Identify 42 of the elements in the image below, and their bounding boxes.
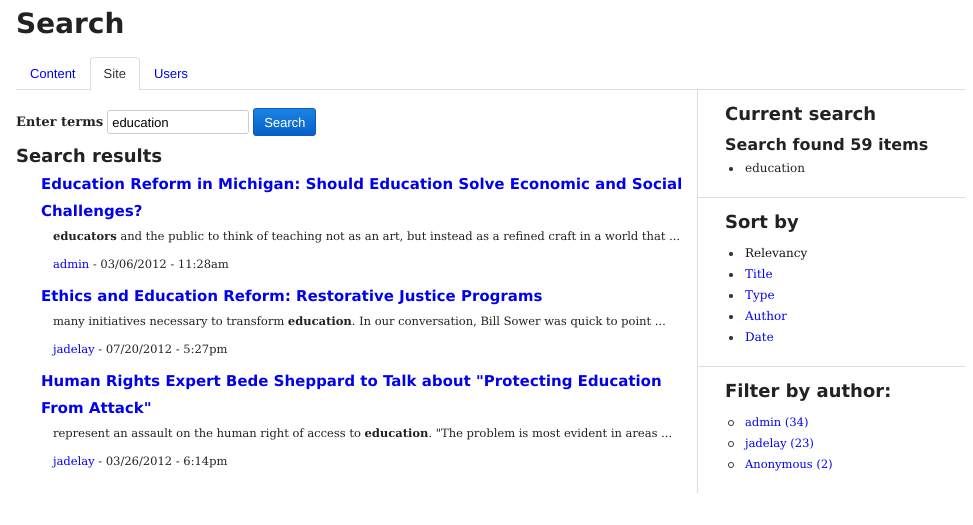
bullet-icon [729,166,733,170]
post-date: - 07/20/2012 - 5:27pm [98,342,228,356]
author-filter-link[interactable]: admin (34) [745,412,808,433]
sort-option[interactable]: Author [745,306,787,327]
result-snippet: educators and the public to think of teaching not as an art, but instead as a refined craft in a world that ... [52,228,682,245]
bullet-icon [729,252,733,256]
author-filter-link[interactable]: Anonymous (2) [745,454,833,475]
bullet-icon [729,336,733,340]
sort-option[interactable]: Date [745,327,774,348]
tab[interactable]: Site [90,57,140,90]
result-title-link[interactable]: Ethics and Education Reform: Restorative Justice Programs [41,283,697,310]
author-link[interactable]: jadelay [53,342,95,356]
result-title-link[interactable]: Human Rights Expert Bede Sheppard to Talk about "Protecting Education From Attack" [41,368,697,422]
post-date: - 03/06/2012 - 11:28am [92,257,229,271]
sort-option[interactable]: Relevancy [745,243,808,264]
result-snippet: represent an assault on the human right of access to education. "The problem is most evident in areas ... [52,425,674,442]
search-term: education [745,160,805,177]
search-label: Enter terms [16,114,104,130]
sort-option[interactable]: Type [745,285,775,306]
tab[interactable]: Users [140,57,202,90]
block-heading: Sort by [725,212,800,233]
bullet-icon [729,314,733,318]
author-link[interactable]: jadelay [53,454,95,468]
page-title: Search [16,6,126,42]
result-snippet: many initiatives necessary to transform education. In our conversation, Bill Sower was quick to point ... [52,313,667,330]
search-field[interactable]: education [107,110,250,134]
block-heading: Filter by author: [725,381,892,402]
bullet-icon [729,294,733,298]
sort-option[interactable]: Title [745,264,773,285]
author-filter-link[interactable]: jadelay (23) [745,433,814,454]
bullet-icon [728,440,734,446]
result-title-link[interactable]: Education Reform in Michigan: Should Education Solve Economic and Social Challenges? [41,171,697,225]
search-button[interactable]: Search [253,108,316,136]
bullet-icon [729,272,733,276]
tab[interactable]: Content [16,57,90,90]
result-count: Search found 59 items [725,135,930,154]
post-date: - 03/26/2012 - 6:14pm [98,454,228,468]
author-link[interactable]: admin [53,257,90,271]
block-heading: Current search [725,104,878,125]
bullet-icon [728,462,734,468]
bullet-icon [728,420,734,426]
results-heading: Search results [16,146,164,167]
